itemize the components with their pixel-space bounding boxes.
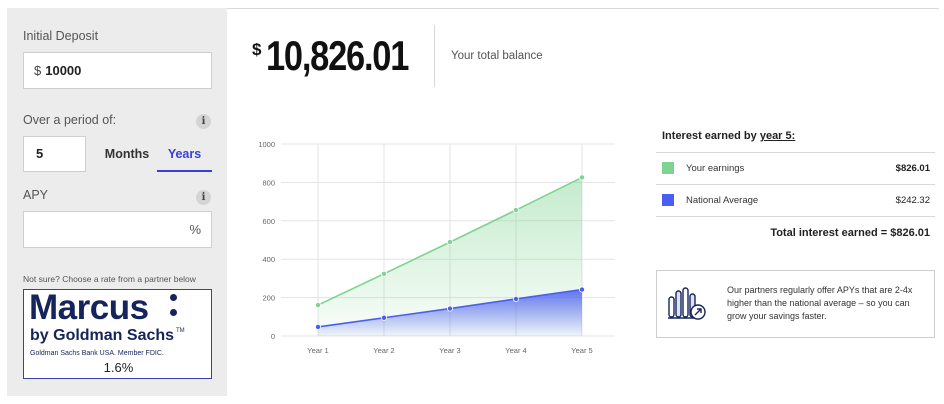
legend-rule [656,152,935,153]
total-interest-earned: Total interest earned = $826.01 [770,227,930,239]
y-tick-label: 400 [262,255,275,264]
initial-deposit-label: Initial Deposit [23,29,99,43]
trademark-mark: TM [176,328,185,334]
earnings-label: Your earnings [686,163,745,174]
national-label: National Average [686,195,759,206]
y-tick-label: 0 [271,332,275,341]
period-input[interactable]: 5 [23,136,86,172]
tab-months[interactable]: Months [97,136,157,172]
data-point-earnings [380,270,387,277]
partner-info-card: Our partners regularly offer APYs that a… [656,270,935,338]
period-info-icon[interactable]: i [196,114,211,129]
period-label: Over a period of: [23,113,117,127]
fdic-member-text: Goldman Sachs Bank USA. Member FDIC. [30,350,164,357]
apy-info-icon[interactable]: i [196,190,211,205]
y-tick-label: 800 [262,178,275,187]
data-point-national [315,323,322,330]
data-point-earnings [512,207,519,214]
partner-marcus-card[interactable]: Marcus by Goldman Sachs TM Goldman Sachs… [23,288,212,379]
partner-hint: Not sure? Choose a rate from a partner b… [23,274,196,284]
calculator-form-panel: Initial Deposit $ 10000 Over a period of… [7,8,227,396]
apy-unit: % [189,222,201,237]
legend-rule [656,184,935,185]
total-balance-amount: 10,826.01 [266,32,409,79]
data-point-earnings [578,174,585,181]
legend-title-prefix: Interest earned by [662,130,760,142]
earnings-swatch [662,162,674,174]
top-divider [227,8,939,9]
legend-rule [656,216,935,217]
marcus-logo-colon [170,294,178,318]
data-point-earnings [446,239,453,246]
x-tick-label: Year 3 [439,346,460,355]
deposit-value: 10000 [45,63,82,78]
partner-info-text: Our partners regularly offer APYs that a… [727,285,913,321]
national-value: $242.32 [895,195,930,206]
deposit-currency: $ [34,63,42,78]
total-balance-label: Your total balance [451,50,543,62]
balance-currency: $ [252,40,262,59]
data-point-national [512,295,519,302]
balance-divider [434,25,435,87]
data-point-national [578,286,585,293]
data-point-national [380,314,387,321]
marcus-logo: Marcus [29,288,149,327]
national-swatch [662,194,674,206]
data-point-earnings [315,302,322,309]
legend-year-link[interactable]: year 5: [760,130,795,142]
goldman-sachs-logo: by Goldman Sachs [30,327,175,344]
x-tick-label: Year 5 [571,346,592,355]
bar-chart-arrow-icon [668,287,706,320]
initial-deposit-input[interactable]: $ 10000 [23,52,212,89]
data-point-national [446,305,453,312]
earnings-value: $826.01 [895,163,930,174]
partner-rate: 1.6% [103,360,134,375]
x-tick-label: Year 4 [505,346,526,355]
y-tick-label: 200 [262,294,275,303]
interest-chart: 0 200 400 600 800 1000 Year 1 Year 2 Year 3 Year … [258,140,615,355]
legend-title: Interest earned by year 5: [662,130,795,142]
x-tick-label: Year 2 [373,346,394,355]
tab-years[interactable]: Years [157,136,212,172]
y-tick-label: 1000 [258,140,275,149]
x-tick-label: Year 1 [307,346,328,355]
apy-label: APY [23,188,49,202]
apy-input[interactable]: % [23,211,212,248]
y-tick-label: 600 [262,217,275,226]
